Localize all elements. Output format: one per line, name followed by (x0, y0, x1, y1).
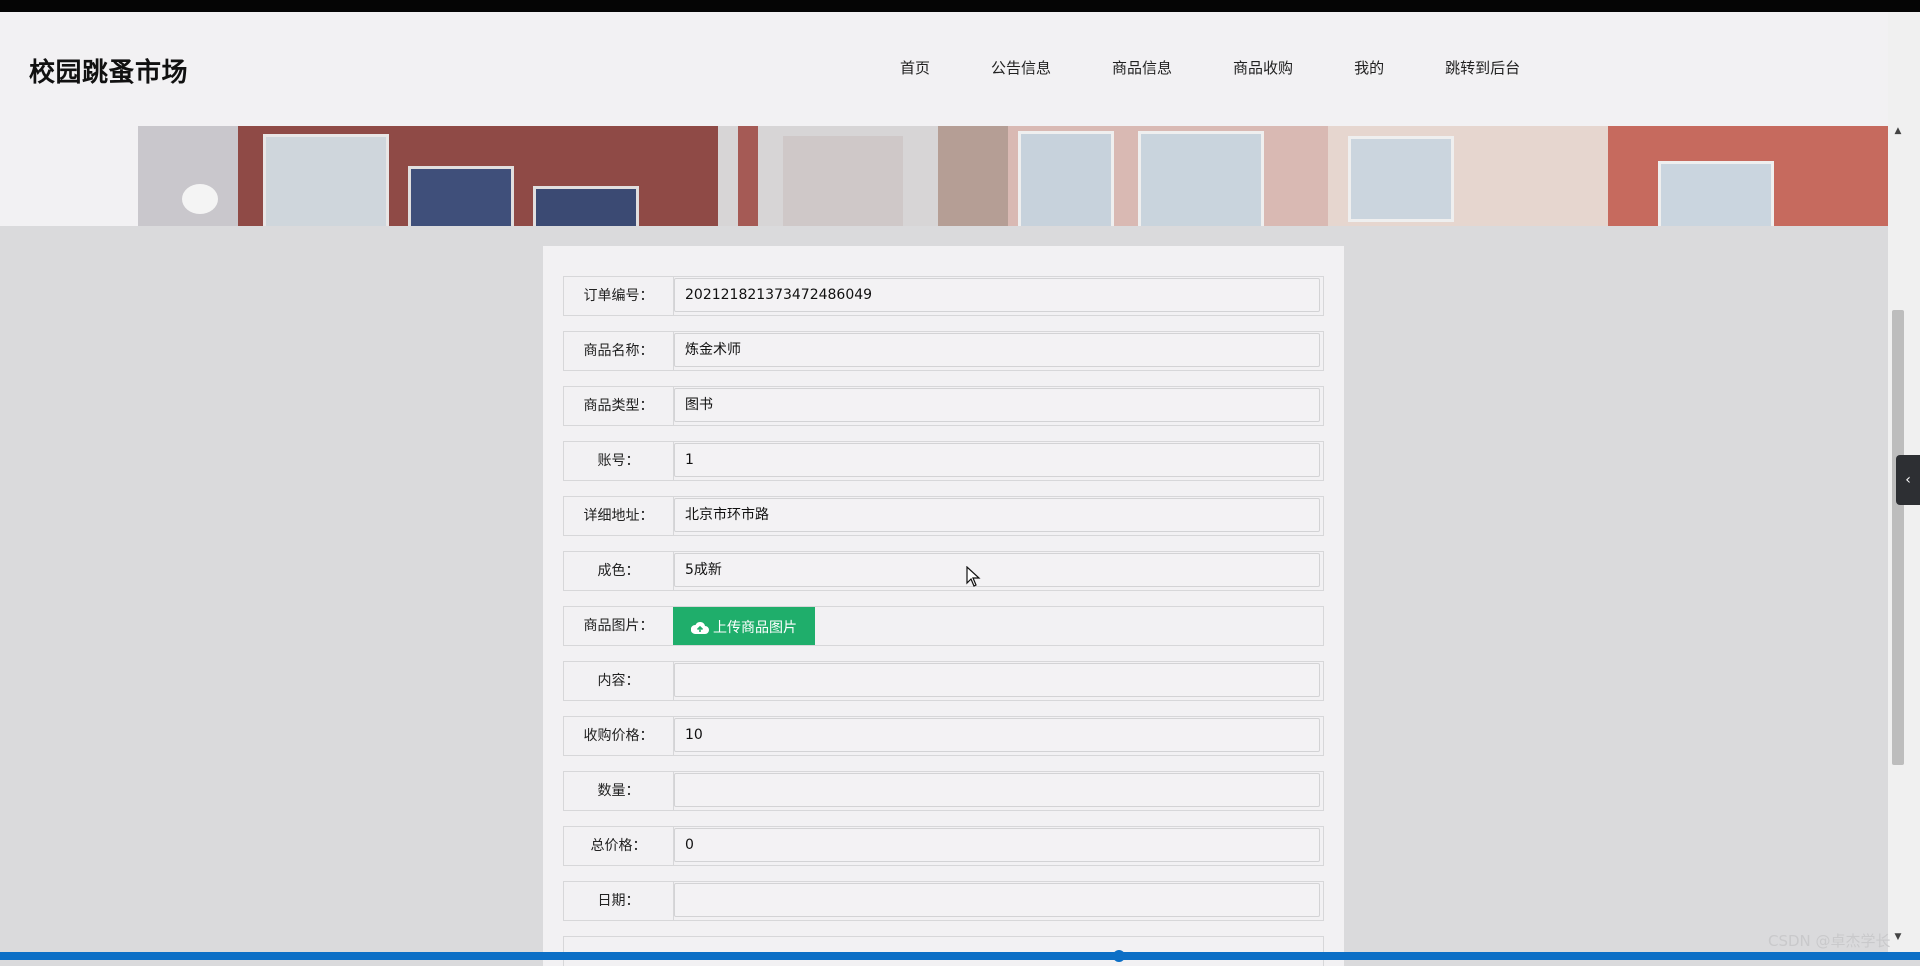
field-label: 商品名称： (564, 332, 674, 370)
form-row-product-image: 商品图片： 上传商品图片 (563, 606, 1324, 646)
nav-mine[interactable]: 我的 (1354, 58, 1384, 78)
site-header: 校园跳蚤市场 首页 公告信息 商品信息 商品收购 我的 跳转到后台 (0, 12, 1888, 127)
form-row-content: 内容： (563, 661, 1324, 701)
side-panel-toggle[interactable]: ‹ (1896, 455, 1920, 505)
field-label: 总价格： (564, 827, 674, 865)
form-row-condition: 成色： 5成新 (563, 551, 1324, 591)
form-row-total-price: 总价格： 0 (563, 826, 1324, 866)
upload-image-button[interactable]: 上传商品图片 (673, 607, 815, 645)
order-form: 订单编号： 202121821373472486049 商品名称： 炼金术师 商… (543, 246, 1344, 966)
banner-image (138, 126, 1888, 226)
total-price-field[interactable]: 0 (674, 828, 1320, 862)
field-label: 详细地址： (564, 497, 674, 535)
watermark: CSDN @卓杰学长 (1768, 932, 1891, 950)
form-row-product-type: 商品类型： 图书 (563, 386, 1324, 426)
banner (0, 126, 1888, 226)
purchase-price-field[interactable]: 10 (674, 718, 1320, 752)
order-number-field[interactable]: 202121821373472486049 (674, 278, 1320, 312)
form-row-partial (563, 936, 1324, 966)
form-row-order-number: 订单编号： 202121821373472486049 (563, 276, 1324, 316)
site-logo[interactable]: 校园跳蚤市场 (29, 52, 188, 89)
chevron-left-icon: ‹ (1905, 472, 1911, 488)
scroll-down-icon[interactable]: ▼ (1893, 932, 1903, 942)
content-field[interactable] (674, 663, 1320, 697)
field-label: 数量： (564, 772, 674, 810)
scroll-up-icon[interactable]: ▲ (1893, 126, 1903, 136)
address-field[interactable]: 北京市环市路 (674, 498, 1320, 532)
product-name-field[interactable]: 炼金术师 (674, 333, 1320, 367)
nav-announcements[interactable]: 公告信息 (991, 58, 1051, 78)
nav-home[interactable]: 首页 (900, 58, 930, 78)
field-label: 商品图片： (564, 607, 674, 645)
form-row-product-name: 商品名称： 炼金术师 (563, 331, 1324, 371)
form-row-date: 日期： (563, 881, 1324, 921)
field-label: 内容： (564, 662, 674, 700)
field-label: 日期： (564, 882, 674, 920)
browser-top-bar (0, 0, 1920, 12)
field-label: 账号： (564, 442, 674, 480)
cloud-upload-icon (690, 621, 709, 634)
scrollbar-thumb[interactable] (1892, 310, 1904, 765)
form-row-purchase-price: 收购价格： 10 (563, 716, 1324, 756)
nav-products[interactable]: 商品信息 (1112, 58, 1172, 78)
nav-admin[interactable]: 跳转到后台 (1445, 58, 1520, 78)
nav-purchase[interactable]: 商品收购 (1233, 58, 1293, 78)
condition-field[interactable]: 5成新 (674, 553, 1320, 587)
field-label: 成色： (564, 552, 674, 590)
upload-button-label: 上传商品图片 (713, 619, 797, 635)
account-field[interactable]: 1 (674, 443, 1320, 477)
field-label: 收购价格： (564, 717, 674, 755)
quantity-field[interactable] (674, 773, 1320, 807)
form-row-address: 详细地址： 北京市环市路 (563, 496, 1324, 536)
progress-handle[interactable] (1113, 950, 1125, 962)
field-label: 订单编号： (564, 277, 674, 315)
mouse-cursor-icon (966, 566, 981, 587)
field-label: 商品类型： (564, 387, 674, 425)
form-row-account: 账号： 1 (563, 441, 1324, 481)
form-row-quantity: 数量： (563, 771, 1324, 811)
progress-bar (0, 952, 1920, 960)
date-field[interactable] (674, 883, 1320, 917)
main-nav: 首页 公告信息 商品信息 商品收购 我的 跳转到后台 (900, 58, 1520, 78)
product-type-field[interactable]: 图书 (674, 388, 1320, 422)
